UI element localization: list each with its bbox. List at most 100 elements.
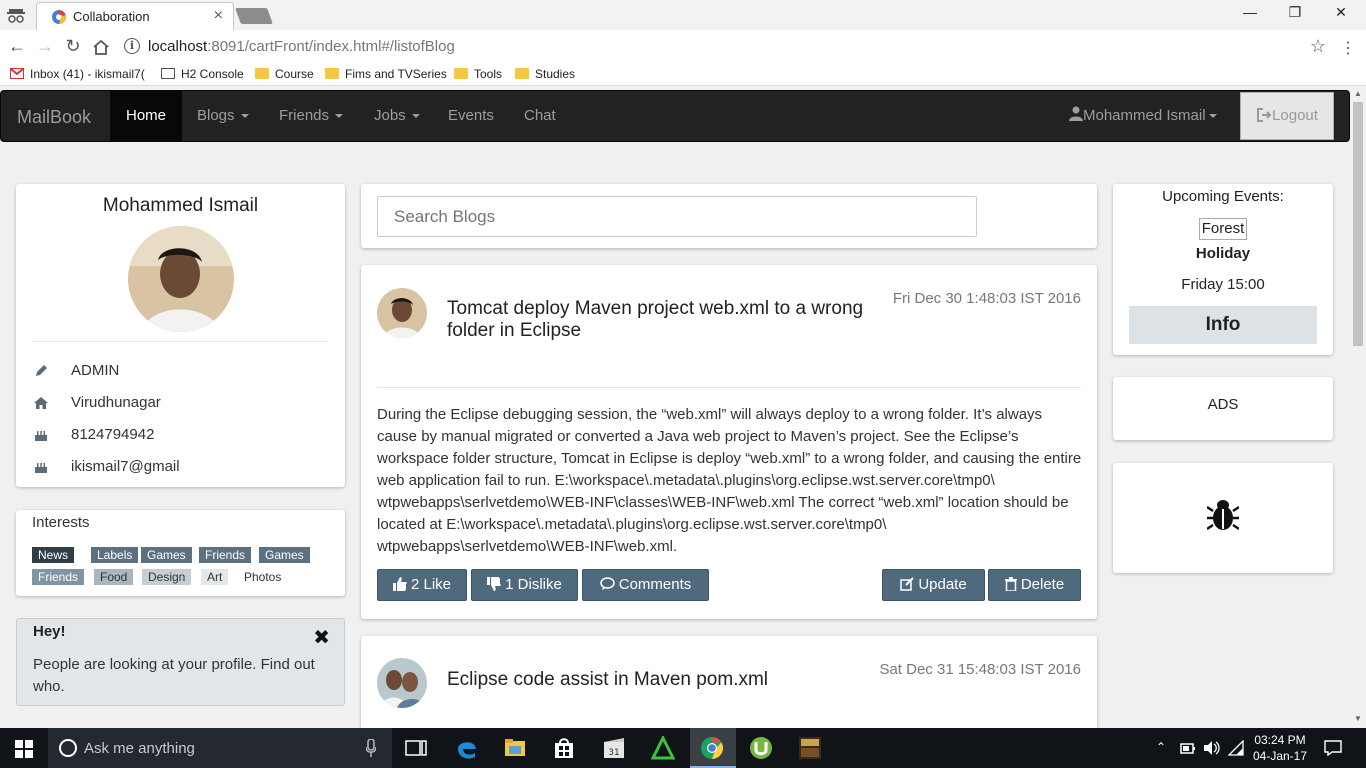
bookmark-h2-console[interactable]: H2 Console: [161, 67, 244, 81]
profile-name: Mohammed Ismail: [102, 195, 259, 216]
folder-icon: [454, 68, 468, 79]
alert-text: People are looking at your profile. Find…: [33, 656, 315, 695]
browser-menu-icon[interactable]: ⋮: [1340, 38, 1356, 58]
bookmark-fims-tvseries[interactable]: Fims and TVSeries: [325, 67, 447, 81]
tag-friends-2[interactable]: Friends: [32, 569, 85, 585]
profile-alert: Hey! ✖ People are looking at your profil…: [16, 618, 345, 706]
browser-toolbar: ← → ↻ i localhost:8091/cartFront/index.h…: [0, 30, 1366, 64]
home-icon[interactable]: [92, 39, 110, 55]
tab-close-icon[interactable]: ×: [214, 7, 223, 25]
nav-home[interactable]: Home: [110, 91, 182, 141]
nav-chat[interactable]: Chat: [524, 91, 556, 141]
folder-icon: [515, 68, 529, 79]
bookmark-studies[interactable]: Studies: [515, 67, 575, 81]
tag-design[interactable]: Design: [142, 569, 192, 585]
nav-user-menu[interactable]: Mohammed Ismail: [1069, 91, 1217, 141]
blog-post: Eclipse code assist in Maven pom.xml Sat…: [361, 636, 1097, 728]
windows-start-icon[interactable]: [15, 740, 33, 758]
author-avatar[interactable]: [377, 658, 427, 708]
tag-games-2[interactable]: Games: [259, 547, 310, 563]
tag-art[interactable]: Art: [201, 569, 229, 585]
bookmark-inbox[interactable]: Inbox (41) - ikismail7(: [10, 67, 145, 81]
chrome-icon[interactable]: [700, 736, 724, 760]
wifi-icon[interactable]: [1228, 740, 1244, 756]
browser-tab-collaboration[interactable]: Collaboration ×: [36, 2, 234, 30]
cortana-search-box[interactable]: Ask me anything: [48, 728, 392, 768]
microphone-icon[interactable]: [366, 739, 376, 757]
bookmark-course[interactable]: Course: [255, 67, 314, 81]
logout-button[interactable]: Logout: [1240, 92, 1334, 140]
dislike-button[interactable]: 1 Dislike: [471, 569, 578, 601]
show-hidden-icons[interactable]: ⌃: [1156, 740, 1166, 754]
clock-time: 03:24 PM: [1254, 733, 1306, 747]
tag-friends[interactable]: Friends: [199, 547, 252, 563]
blog-title[interactable]: Tomcat deploy Maven project web.xml to a…: [447, 298, 897, 342]
logout-icon: [1257, 108, 1272, 122]
task-view-icon[interactable]: [404, 736, 428, 760]
profile-panel: Mohammed Ismail ADMIN Virudhunagar 81247…: [16, 184, 345, 487]
ads-label: ADS: [1207, 396, 1239, 413]
reload-icon[interactable]: ↻: [62, 36, 84, 57]
store-icon[interactable]: [552, 736, 576, 760]
scrollbar-thumb[interactable]: [1353, 102, 1363, 346]
forward-icon[interactable]: →: [34, 36, 56, 57]
url-text: localhost:8091/cartFront/index.html#/lis…: [148, 38, 455, 55]
bookmark-star-icon[interactable]: ☆: [1310, 36, 1326, 57]
blog-date: Sat Dec 31 15:48:03 IST 2016: [879, 661, 1081, 678]
address-bar[interactable]: i localhost:8091/cartFront/index.html#/l…: [118, 34, 1334, 60]
back-icon[interactable]: ←: [6, 36, 28, 57]
utorrent-icon[interactable]: [749, 736, 773, 760]
restore-icon[interactable]: ❐: [1280, 4, 1310, 21]
search-blogs-input[interactable]: [377, 196, 977, 237]
cake-icon: [35, 431, 47, 441]
bookmark-tools[interactable]: Tools: [454, 67, 502, 81]
window-close-icon[interactable]: ✕: [1326, 4, 1356, 21]
edge-icon[interactable]: [455, 736, 479, 760]
comments-button[interactable]: Comments: [582, 569, 709, 601]
volume-icon[interactable]: [1203, 740, 1221, 756]
power-icon[interactable]: [1180, 741, 1196, 755]
brand-mailbook[interactable]: MailBook: [17, 107, 91, 128]
blog-title[interactable]: Eclipse code assist in Maven pom.xml: [447, 669, 768, 691]
blog-date: Fri Dec 30 1:48:03 IST 2016: [892, 290, 1081, 307]
event-name-line1[interactable]: Forest: [1199, 218, 1247, 240]
page-scrollbar[interactable]: ▲ ▼: [1350, 86, 1366, 728]
game-app-icon[interactable]: [798, 736, 822, 760]
taskbar-clock[interactable]: 03:24 PM 04-Jan-17: [1252, 732, 1308, 764]
ads-panel: ADS: [1113, 377, 1333, 440]
cortana-icon: [59, 739, 77, 757]
nav-blogs[interactable]: Blogs: [197, 91, 249, 141]
update-button[interactable]: Update: [882, 569, 985, 601]
site-info-icon[interactable]: i: [124, 38, 140, 54]
search-panel: [361, 184, 1097, 248]
movies-tv-icon[interactable]: 31: [602, 736, 626, 760]
tag-food[interactable]: Food: [94, 569, 134, 585]
h2-icon: [161, 68, 175, 79]
like-button[interactable]: 2 Like: [377, 569, 467, 601]
notifications-icon[interactable]: [1324, 740, 1342, 756]
profile-avatar[interactable]: [128, 226, 234, 332]
bug-icon[interactable]: [1207, 497, 1239, 531]
site-navbar: MailBook Home Blogs Friends Jobs Events …: [0, 90, 1350, 142]
author-avatar[interactable]: [377, 288, 427, 338]
green-app-icon[interactable]: [651, 736, 675, 760]
file-explorer-icon[interactable]: [503, 736, 527, 760]
scroll-down-icon[interactable]: ▼: [1354, 714, 1362, 723]
nav-friends[interactable]: Friends: [279, 91, 344, 141]
tag-games[interactable]: Games: [141, 547, 192, 563]
thumbs-down-icon: [487, 577, 501, 591]
alert-close-icon[interactable]: ✖: [313, 625, 330, 650]
info-button[interactable]: Info: [1129, 306, 1317, 344]
tag-photos[interactable]: Photos: [238, 569, 288, 585]
tag-labels[interactable]: Labels: [91, 547, 139, 563]
nav-events[interactable]: Events: [448, 91, 494, 141]
new-tab-button[interactable]: [235, 8, 273, 24]
cortana-placeholder: Ask me anything: [84, 740, 195, 757]
nav-jobs[interactable]: Jobs: [374, 91, 420, 141]
delete-button[interactable]: Delete: [988, 569, 1081, 601]
scroll-up-icon[interactable]: ▲: [1354, 89, 1362, 98]
minimize-icon[interactable]: —: [1235, 4, 1265, 20]
pencil-icon: [36, 365, 47, 376]
tag-news[interactable]: News: [32, 547, 75, 563]
browser-tab-bar: Collaboration × — ❐ ✕: [0, 0, 1366, 30]
